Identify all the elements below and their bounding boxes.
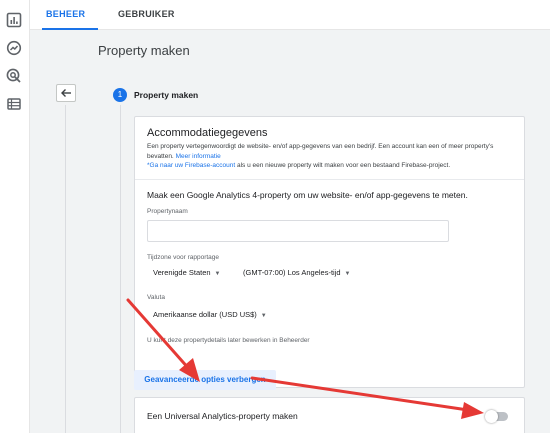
dropdown-caret-icon: ▼ <box>260 313 267 319</box>
ua-property-toggle[interactable] <box>485 410 508 423</box>
property-name-input[interactable] <box>147 220 449 242</box>
section-description: Een property vertegenwoordigt de website… <box>147 142 517 171</box>
currency-label: Valuta <box>147 294 165 301</box>
left-nav-rail <box>0 0 30 433</box>
timezone-value: (GMT-07:00) Los Angeles-tijd <box>243 268 341 277</box>
step-title: Property maken <box>134 90 199 100</box>
tab-beheer[interactable]: BEHEER <box>46 9 85 19</box>
section-title: Accommodatiegegevens <box>147 127 268 139</box>
card-divider <box>135 179 524 180</box>
ga4-intro-text: Maak een Google Analytics 4-property om … <box>147 190 468 200</box>
ua-property-label: Een Universal Analytics-property maken <box>147 411 298 421</box>
property-name-label: Propertynaam <box>147 208 188 215</box>
page-title: Property maken <box>98 43 190 58</box>
edit-later-note: U kunt deze propertydetails later bewerk… <box>147 337 310 344</box>
currency-value: Amerikaanse dollar (USD US$) <box>153 310 257 319</box>
timezone-country-value: Verenigde Staten <box>153 268 211 277</box>
admin-tab-bar: BEHEER GEBRUIKER <box>30 0 550 30</box>
explore-icon[interactable] <box>6 40 22 56</box>
timezone-country-select[interactable]: Verenigde Staten ▼ <box>153 268 221 277</box>
step-connector-line <box>120 105 121 433</box>
hide-advanced-options-button[interactable]: Geavanceerde opties verbergen <box>134 370 276 390</box>
toggle-knob <box>485 410 498 423</box>
currency-select[interactable]: Amerikaanse dollar (USD US$) ▼ <box>153 310 267 319</box>
more-info-link[interactable]: Meer informatie <box>176 153 221 160</box>
timezone-select[interactable]: (GMT-07:00) Los Angeles-tijd ▼ <box>243 268 351 277</box>
property-details-card: Accommodatiegegevens Een property verteg… <box>134 116 525 388</box>
arrow-back-icon <box>61 89 71 97</box>
main-content: Property maken 1 Property maken Accommod… <box>30 30 550 433</box>
timezone-label: Tijdzone voor rapportage <box>147 254 220 261</box>
target-icon[interactable] <box>6 68 22 84</box>
bar-chart-icon[interactable] <box>6 12 22 28</box>
list-icon[interactable] <box>6 96 22 112</box>
universal-analytics-row: Een Universal Analytics-property maken <box>134 397 525 433</box>
dropdown-caret-icon: ▼ <box>344 271 351 277</box>
back-button[interactable] <box>56 84 76 102</box>
step-number-badge: 1 <box>113 88 127 102</box>
firebase-description-text: als u een nieuwe property wilt maken voo… <box>235 162 451 169</box>
tab-gebruiker[interactable]: GEBRUIKER <box>118 9 175 19</box>
firebase-account-link[interactable]: *Ga naar uw Firebase-account <box>147 162 235 169</box>
dropdown-caret-icon: ▼ <box>214 271 221 277</box>
vertical-divider <box>65 105 66 433</box>
